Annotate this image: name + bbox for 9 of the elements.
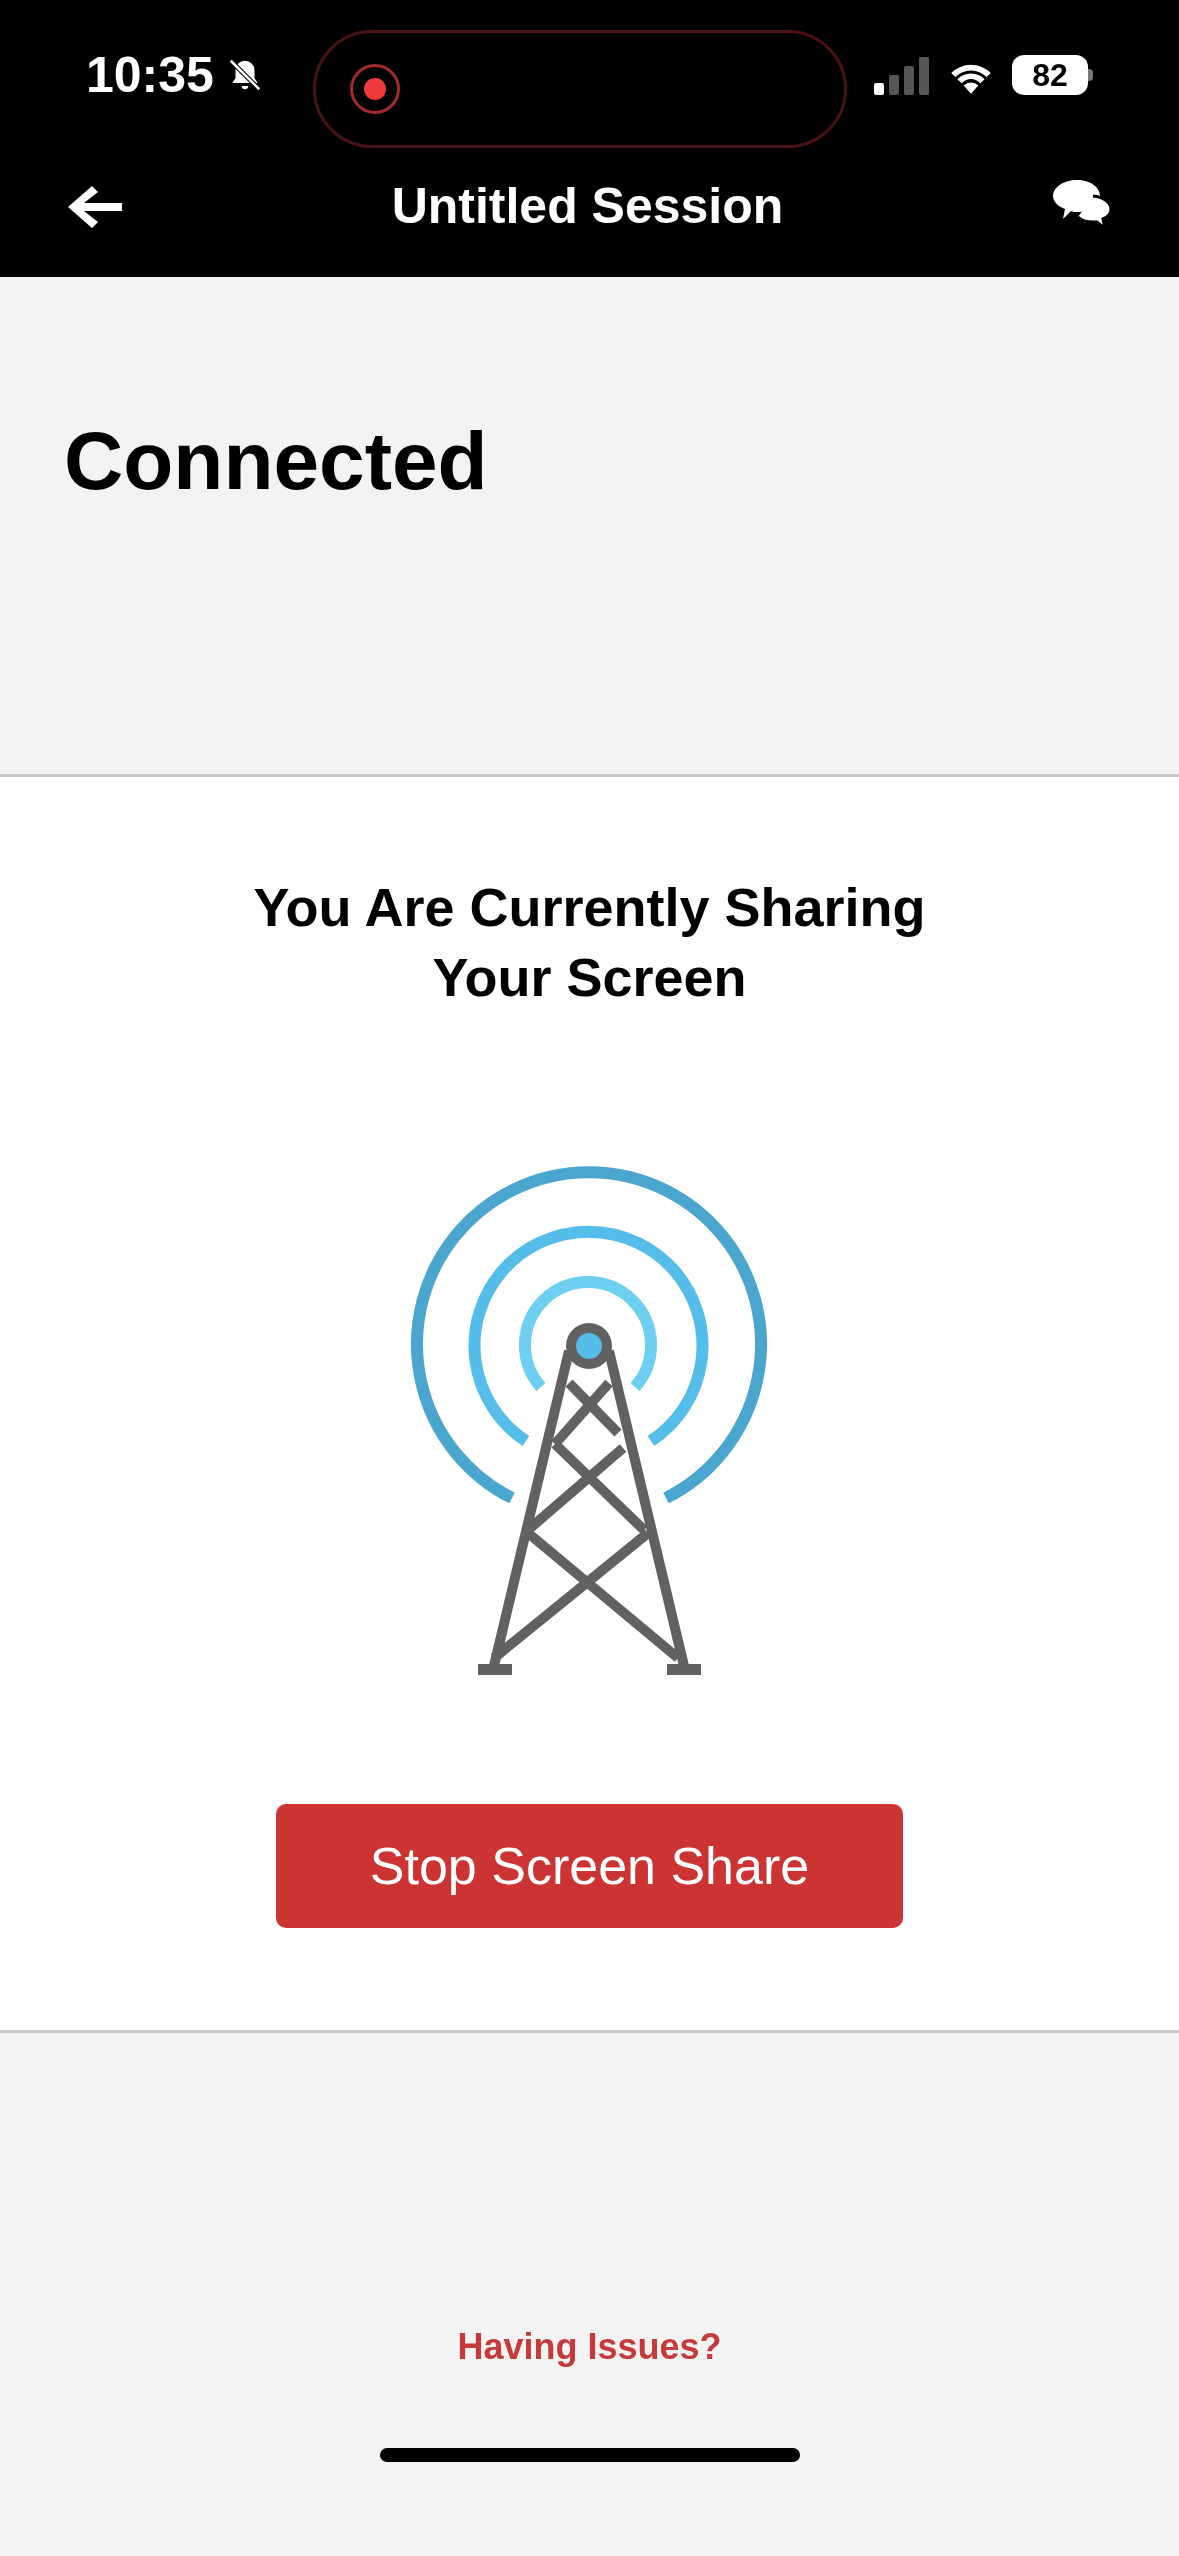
battery-level: 82 [1032, 56, 1068, 95]
signal-icon [874, 55, 930, 95]
sharing-message: You Are Currently Sharing Your Screen [252, 876, 927, 1010]
connection-status-title: Connected [64, 414, 488, 508]
stop-screen-share-button[interactable]: Stop Screen Share [276, 1804, 903, 1929]
status-time: 10:35 [86, 45, 214, 105]
having-issues-link[interactable]: Having Issues? [457, 2320, 722, 2374]
nav-title: Untitled Session [391, 177, 784, 236]
battery-cap-icon [1088, 69, 1093, 81]
